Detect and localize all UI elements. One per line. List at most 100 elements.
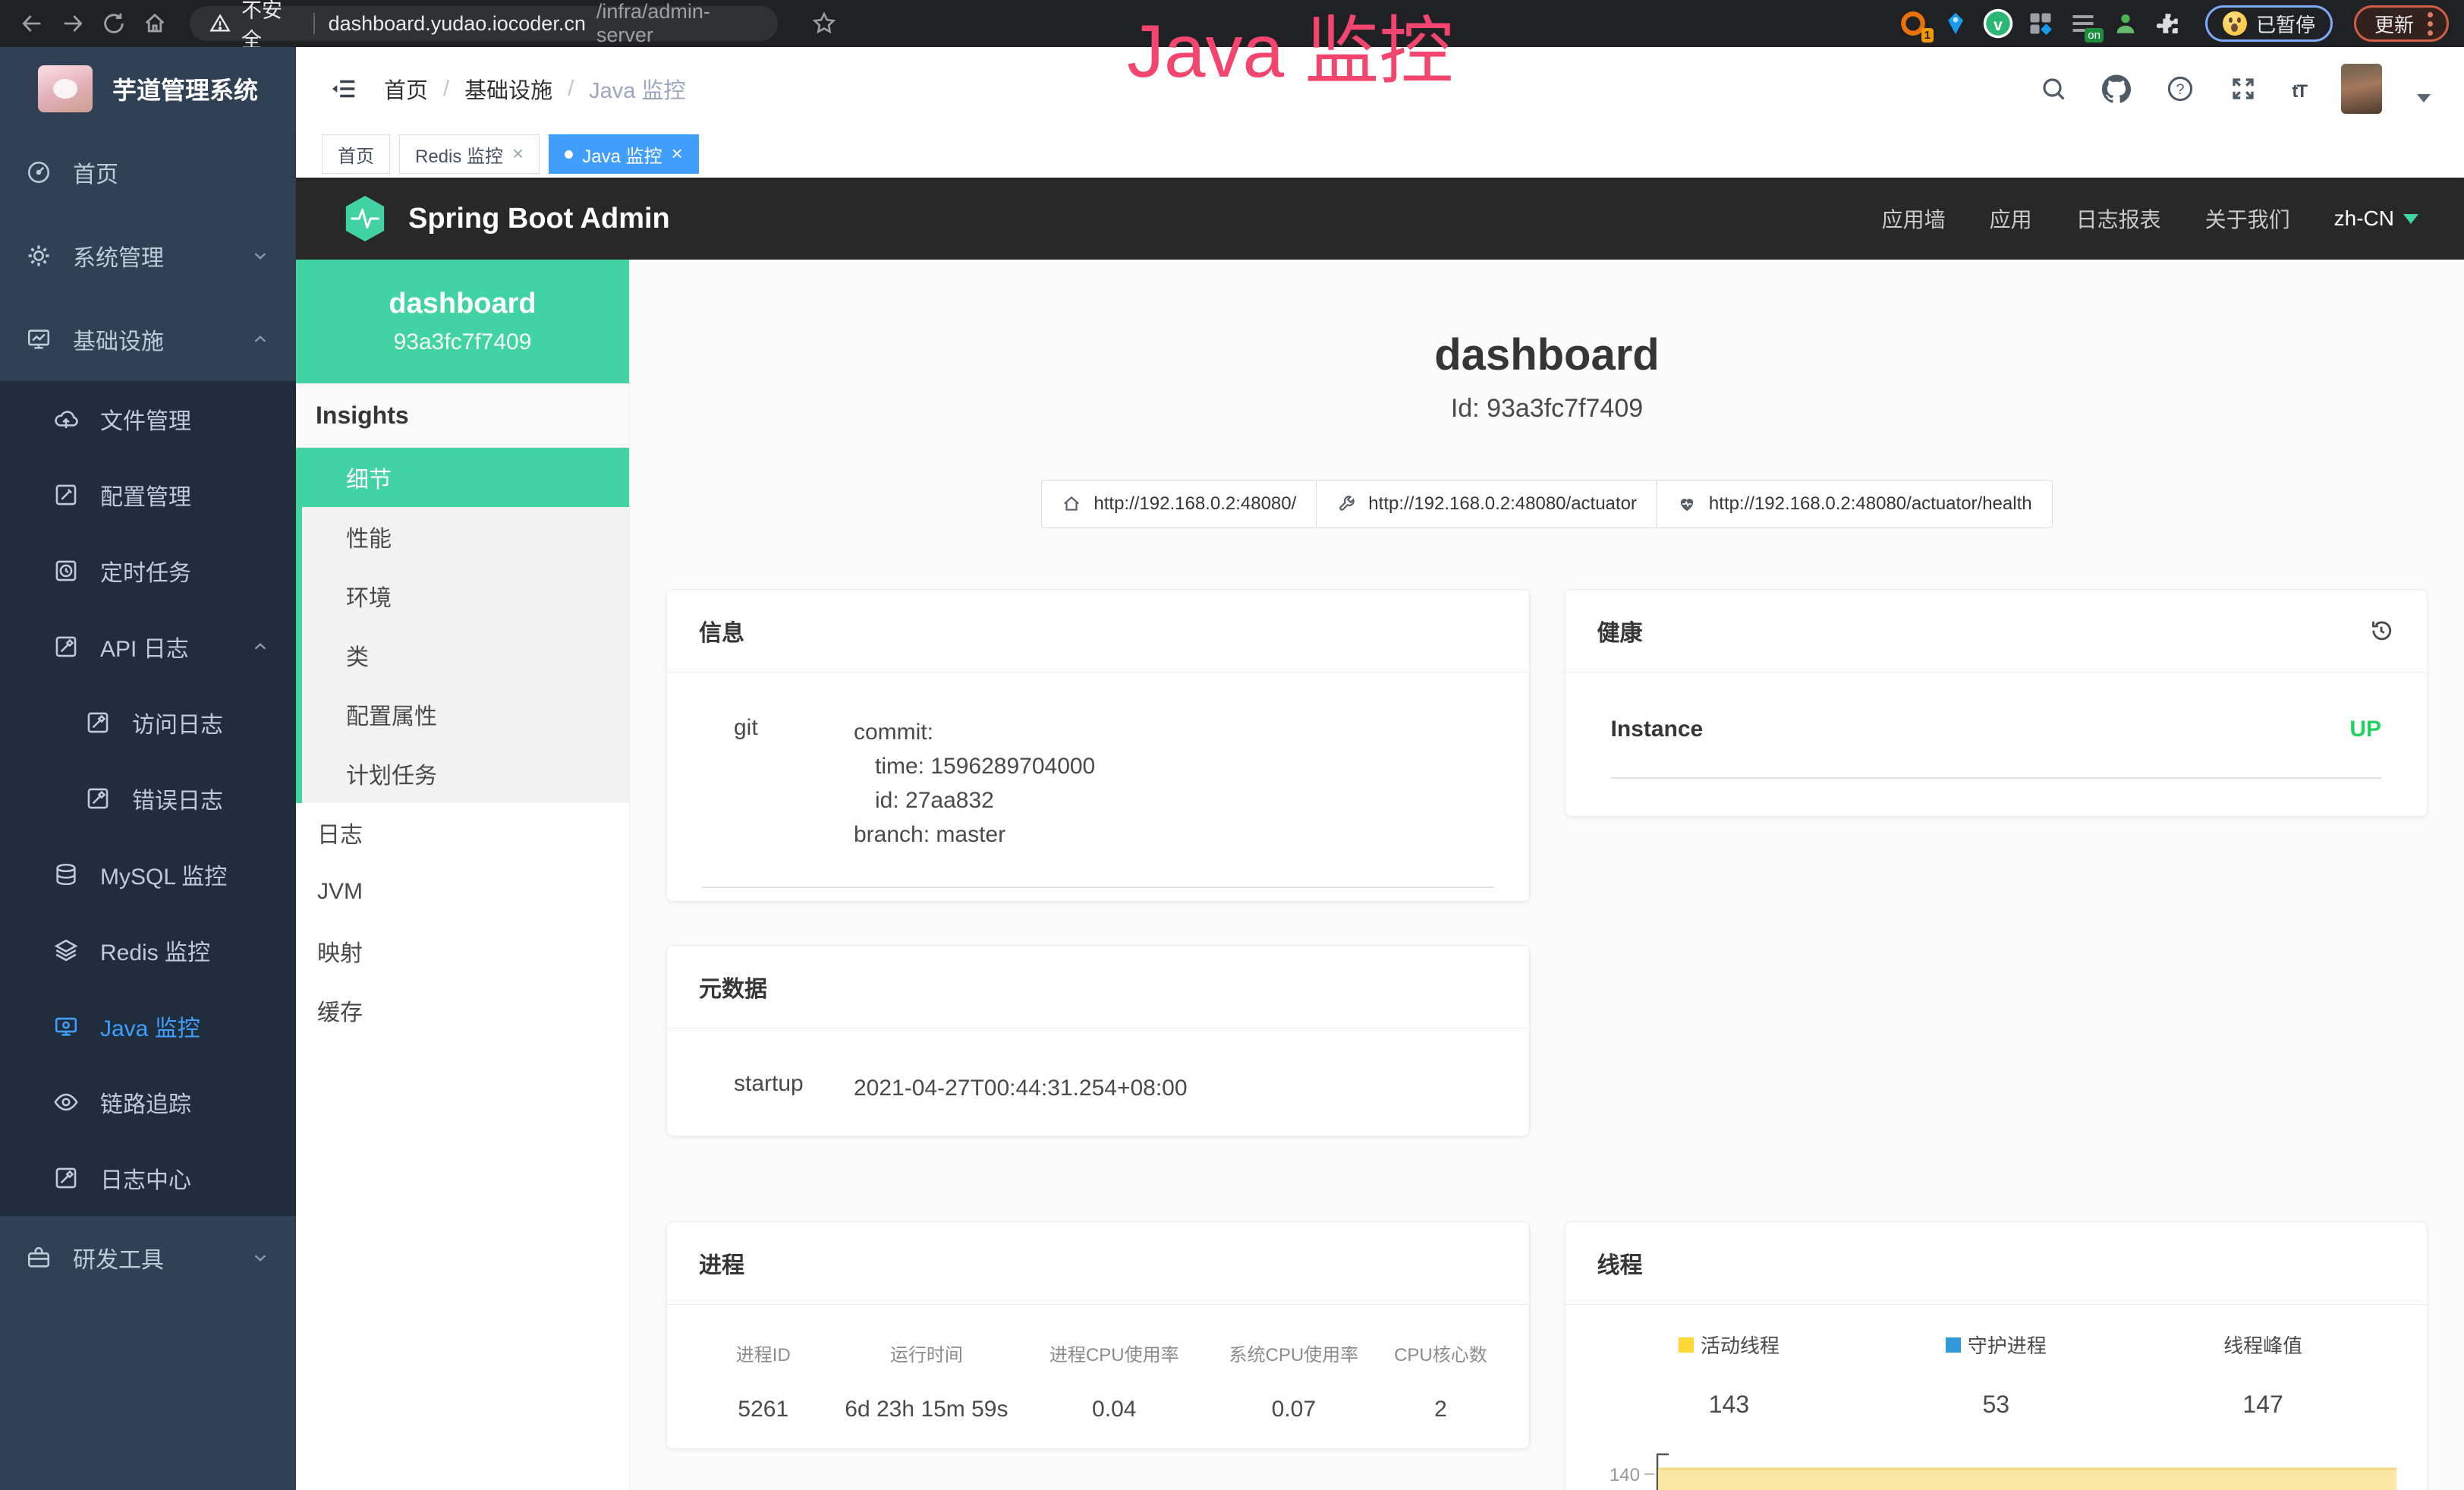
paused-profile-pill[interactable]: 已暂停 xyxy=(2205,5,2333,42)
breadcrumb-home[interactable]: 首页 xyxy=(384,73,428,105)
sba-item-scheduled-tasks[interactable]: 计划任务 xyxy=(302,744,629,803)
reload-icon[interactable] xyxy=(97,7,131,40)
browser-update-button[interactable]: 更新 xyxy=(2354,5,2449,42)
sidebar-item-system[interactable]: 系统管理 xyxy=(0,214,296,298)
browser-menu-kebab-icon[interactable] xyxy=(2428,12,2433,36)
extensions-puzzle-icon[interactable] xyxy=(2151,6,2186,41)
instance-name: dashboard xyxy=(389,288,536,320)
bookmark-star-icon[interactable] xyxy=(807,6,842,41)
home-icon[interactable] xyxy=(138,7,172,40)
log-edit-icon xyxy=(53,634,79,660)
sba-instance-sidebar: dashboard 93a3fc7f7409 Insights 细节 性能 环境… xyxy=(296,260,630,1490)
instance-id: 93a3fc7f7409 xyxy=(394,329,532,355)
sidebar-item-home[interactable]: 首页 xyxy=(0,131,296,214)
instance-header[interactable]: dashboard 93a3fc7f7409 xyxy=(296,260,629,383)
active-tab-dot xyxy=(565,150,573,159)
github-icon[interactable] xyxy=(2102,74,2131,103)
breadcrumb-infra[interactable]: 基础设施 xyxy=(464,73,552,105)
breadcrumb-current: Java 监控 xyxy=(589,73,685,105)
breadcrumb-separator: / xyxy=(568,77,574,102)
forward-icon[interactable] xyxy=(56,7,90,40)
sba-header: Spring Boot Admin 应用墙 应用 日志报表 关于我们 zh-CN xyxy=(296,178,2464,260)
sba-item-mappings[interactable]: 映射 xyxy=(296,921,629,981)
avatar-caret-icon[interactable] xyxy=(2417,94,2431,102)
health-url-button[interactable]: http://192.168.0.2:48080/actuator/health xyxy=(1657,480,2053,528)
sidebar-item-redis-monitor[interactable]: Redis 监控 xyxy=(0,912,296,988)
stat-live-threads: 活动线程 143 xyxy=(1596,1331,1863,1419)
sba-item-logs[interactable]: 日志 xyxy=(296,803,629,862)
close-icon[interactable] xyxy=(672,143,683,165)
sba-body: dashboard 93a3fc7f7409 Insights 细节 性能 环境… xyxy=(296,260,2464,1490)
history-icon[interactable] xyxy=(2368,617,2395,644)
user-avatar[interactable] xyxy=(2341,64,2382,114)
close-icon[interactable] xyxy=(512,143,524,165)
tab-java-monitor[interactable]: Java 监控 xyxy=(549,134,699,174)
sba-locale-select[interactable]: zh-CN xyxy=(2334,206,2418,231)
sba-item-environment[interactable]: 环境 xyxy=(302,566,629,625)
sba-item-classes[interactable]: 类 xyxy=(302,625,629,685)
sidebar-item-java-monitor[interactable]: Java 监控 xyxy=(0,988,296,1064)
sidebar-item-log-center[interactable]: 日志中心 xyxy=(0,1140,296,1216)
sidebar-fold-icon[interactable] xyxy=(329,74,358,103)
sidebar-item-access-log[interactable]: 访问日志 xyxy=(0,685,296,761)
paused-label: 已暂停 xyxy=(2256,10,2315,38)
search-icon[interactable] xyxy=(2040,75,2067,102)
font-size-icon[interactable]: tT xyxy=(2292,75,2306,103)
extension-sidebar-icon[interactable]: 1 xyxy=(1896,6,1931,41)
sba-item-metrics[interactable]: 性能 xyxy=(302,507,629,566)
log-edit-icon xyxy=(53,1165,79,1191)
extension-person-icon[interactable] xyxy=(2108,6,2143,41)
url-path[interactable]: /infra/admin-server xyxy=(596,0,758,47)
sba-item-details[interactable]: 细节 xyxy=(302,448,629,507)
edit-square-icon xyxy=(53,482,79,508)
sba-item-caches[interactable]: 缓存 xyxy=(296,981,629,1040)
legend-swatch-daemon xyxy=(1946,1337,1961,1353)
fullscreen-icon[interactable] xyxy=(2230,75,2257,102)
sidebar-item-infra[interactable]: 基础设施 xyxy=(0,298,296,381)
metadata-card: 元数据 startup 2021-04-27T00:44:31.254+08:0… xyxy=(666,945,1530,1136)
tab-home[interactable]: 首页 xyxy=(322,134,390,174)
info-key: git xyxy=(702,715,854,852)
instance-links: http://192.168.0.2:48080/ http://192.168… xyxy=(630,480,2464,528)
url-host[interactable]: dashboard.yudao.iocoder.cn xyxy=(329,12,586,36)
extension-green-circle-icon[interactable]: v xyxy=(1981,6,2016,41)
layers-icon xyxy=(53,937,79,963)
process-col-sys-cpu: 系统CPU使用率 0.07 xyxy=(1212,1340,1375,1422)
monitor-icon xyxy=(26,326,52,352)
wrench-icon xyxy=(1336,494,1356,514)
address-bar[interactable]: 不安全 dashboard.yudao.iocoder.cn/infra/adm… xyxy=(190,6,778,41)
sidebar-item-error-log[interactable]: 错误日志 xyxy=(0,761,296,836)
sidebar-item-dev-tools[interactable]: 研发工具 xyxy=(0,1216,296,1299)
sba-nav-applications[interactable]: 应用 xyxy=(1990,203,2032,234)
sba-nav-journal[interactable]: 日志报表 xyxy=(2076,203,2161,234)
not-secure-warning-icon[interactable] xyxy=(209,13,231,34)
sba-item-config-props[interactable]: 配置属性 xyxy=(302,685,629,744)
sba-nav-about[interactable]: 关于我们 xyxy=(2205,203,2290,234)
log-edit-icon xyxy=(85,710,111,736)
sidebar-item-mysql-monitor[interactable]: MySQL 监控 xyxy=(0,836,296,912)
sidebar-item-file-mgmt[interactable]: 文件管理 xyxy=(0,381,296,457)
dashboard-icon xyxy=(26,159,52,185)
browser-toolbar: 不安全 dashboard.yudao.iocoder.cn/infra/adm… xyxy=(0,0,2464,47)
health-instance-label: Instance xyxy=(1611,717,1704,742)
sidebar-item-scheduled-jobs[interactable]: 定时任务 xyxy=(0,533,296,609)
sba-brand[interactable]: Spring Boot Admin xyxy=(343,194,670,243)
threads-card: 线程 活动线程 143 守护进程 xyxy=(1565,1221,2428,1490)
app-logo[interactable]: 芋道管理系统 xyxy=(0,47,296,131)
sidebar-item-config-mgmt[interactable]: 配置管理 xyxy=(0,457,296,533)
back-icon[interactable] xyxy=(15,7,49,40)
extension-pin-icon[interactable] xyxy=(1938,6,1973,41)
extension-list-icon[interactable]: on xyxy=(2066,6,2101,41)
chevron-down-icon xyxy=(250,246,270,266)
help-icon[interactable]: ? xyxy=(2166,74,2195,103)
actuator-url-button[interactable]: http://192.168.0.2:48080/actuator xyxy=(1316,480,1657,528)
service-url-button[interactable]: http://192.168.0.2:48080/ xyxy=(1041,480,1317,528)
extension-grid-icon[interactable] xyxy=(2023,6,2058,41)
sidebar-item-api-log[interactable]: API 日志 xyxy=(0,609,296,685)
security-label[interactable]: 不安全 xyxy=(241,0,300,53)
sba-nav-wallboard[interactable]: 应用墙 xyxy=(1882,203,1946,234)
insights-group: 细节 性能 环境 类 配置属性 计划任务 xyxy=(296,448,629,803)
sidebar-item-tracing[interactable]: 链路追踪 xyxy=(0,1064,296,1140)
tab-redis-monitor[interactable]: Redis 监控 xyxy=(399,134,540,174)
sba-item-jvm[interactable]: JVM xyxy=(296,862,629,921)
